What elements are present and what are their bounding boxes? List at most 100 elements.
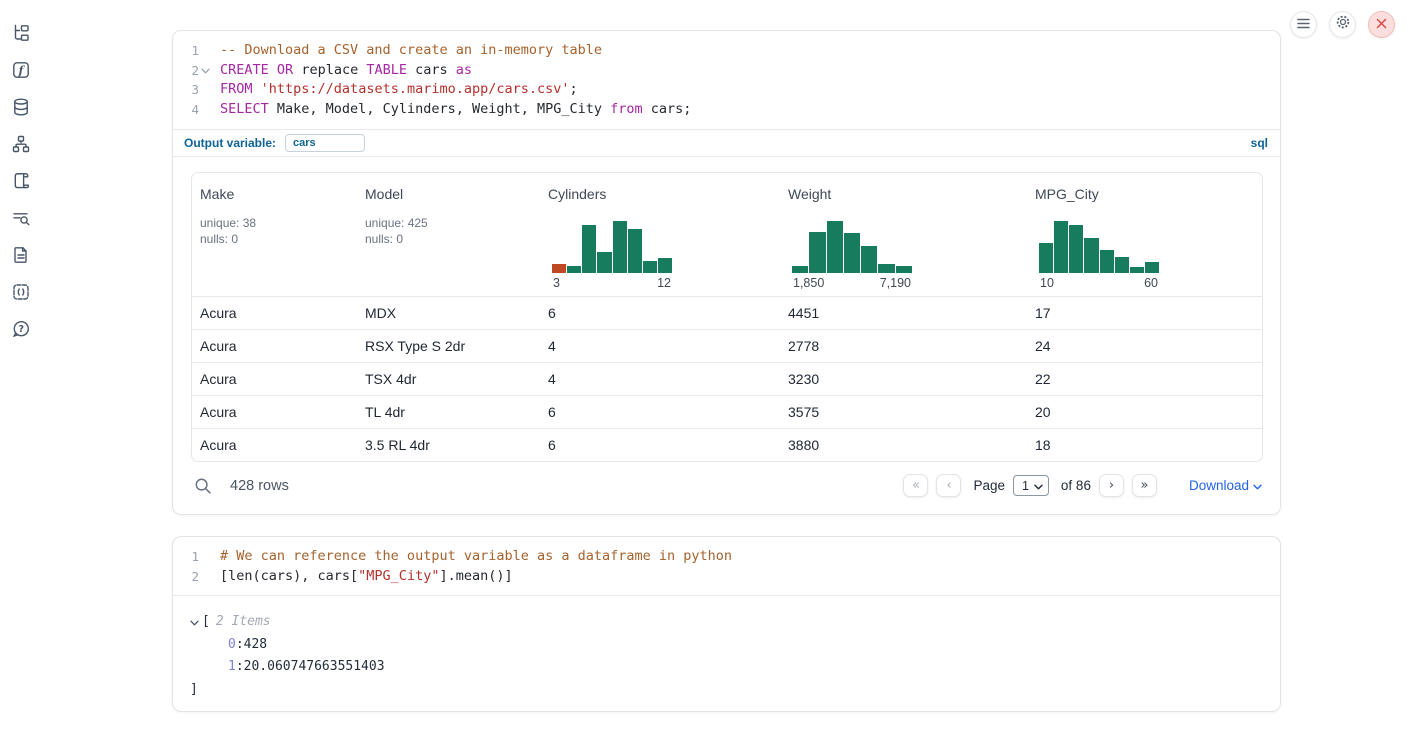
scratchpad-button[interactable] xyxy=(11,171,31,191)
histogram-bar[interactable] xyxy=(792,266,808,273)
entry-value: 428 xyxy=(244,634,267,656)
histogram-bars xyxy=(1039,221,1159,273)
histogram-bar[interactable] xyxy=(896,266,912,273)
entry-value: 20.060747663551403 xyxy=(244,656,385,678)
table-cell: 6 xyxy=(540,404,780,420)
line-number: 4 xyxy=(173,100,199,120)
sql-code-editor[interactable]: 1-- Download a CSV and create an in-memo… xyxy=(173,31,1280,129)
last-page-icon: » xyxy=(1140,478,1148,493)
code-token: FROM xyxy=(220,81,253,97)
column-histogram: 1,850 7,190 xyxy=(792,221,912,290)
items-count-label: 2 Items xyxy=(216,611,271,633)
close-bracket: ] xyxy=(190,679,1264,701)
prev-page-button[interactable]: ‹ xyxy=(936,474,961,497)
snippets-icon xyxy=(11,289,31,306)
help-button[interactable]: ? xyxy=(11,319,31,339)
first-page-icon: « xyxy=(912,478,920,493)
table-cell: 2778 xyxy=(780,338,1027,354)
page-of-label: of 86 xyxy=(1061,478,1091,493)
table-cell: 18 xyxy=(1027,437,1262,453)
histogram-bar[interactable] xyxy=(1069,225,1083,273)
page-select[interactable]: 1 xyxy=(1013,475,1049,496)
documentation-button[interactable] xyxy=(11,245,31,265)
table-cell: Acura xyxy=(192,338,357,354)
histogram-axis: 312 xyxy=(552,273,672,290)
column-header-mpg_city[interactable]: MPG_City1060 xyxy=(1027,173,1262,296)
settings-button[interactable] xyxy=(1329,11,1356,38)
histogram-bar[interactable] xyxy=(582,225,596,273)
functions-button[interactable]: f xyxy=(11,60,31,80)
tree-header-row: [2 Items xyxy=(190,611,1264,633)
menu-button[interactable] xyxy=(1290,11,1317,38)
search-icon[interactable] xyxy=(194,477,212,495)
fold-chevron-icon[interactable] xyxy=(199,61,212,81)
histogram-bar[interactable] xyxy=(658,258,672,273)
output-variable-input[interactable] xyxy=(285,134,365,152)
column-header-weight[interactable]: Weight1,8507,190 xyxy=(780,173,1027,296)
column-header-cylinders[interactable]: Cylinders 312 xyxy=(540,173,780,296)
download-button[interactable]: Download xyxy=(1189,478,1262,493)
help-icon: ? xyxy=(11,326,31,343)
table-output-section: Makeunique: 38nulls: 0Modelunique: 425nu… xyxy=(173,156,1280,518)
table-row[interactable]: AcuraMDX6445117 xyxy=(192,296,1262,329)
table-row[interactable]: AcuraTL 4dr6357520 xyxy=(192,395,1262,428)
fold-slot xyxy=(199,80,212,100)
histogram-bar[interactable] xyxy=(1115,257,1129,273)
python-code-editor[interactable]: 1# We can reference the output variable … xyxy=(173,537,1280,595)
table-cell: Acura xyxy=(192,371,357,387)
snippets-button[interactable] xyxy=(11,282,31,302)
histogram-bar[interactable] xyxy=(844,233,860,273)
histogram-bar[interactable] xyxy=(1100,250,1114,273)
column-header-model[interactable]: Modelunique: 425nulls: 0 xyxy=(357,173,540,296)
histogram-bar[interactable] xyxy=(1039,243,1053,273)
code-token: cars xyxy=(407,62,456,78)
table-cell: 3575 xyxy=(780,404,1027,420)
histogram-bar[interactable] xyxy=(1130,267,1144,273)
dependency-graph-button[interactable] xyxy=(11,134,31,154)
file-tree-button[interactable] xyxy=(11,23,31,43)
code-token: 'https://datasets.marimo.app/cars.csv' xyxy=(261,81,570,97)
histogram-bar[interactable] xyxy=(809,232,825,273)
table-row[interactable]: AcuraRSX Type S 2dr4277824 xyxy=(192,329,1262,362)
table-row[interactable]: Acura3.5 RL 4dr6388018 xyxy=(192,428,1262,461)
svg-text:f: f xyxy=(18,64,26,77)
next-page-icon: › xyxy=(1109,478,1114,493)
chevron-down-icon[interactable] xyxy=(190,612,199,634)
logs-search-icon xyxy=(11,215,31,232)
database-button[interactable] xyxy=(11,97,31,117)
first-page-button[interactable]: « xyxy=(903,474,928,497)
histogram-bar[interactable] xyxy=(1054,221,1068,273)
histogram-bar[interactable] xyxy=(827,221,843,273)
histogram-bar[interactable] xyxy=(861,246,877,273)
settings-gear-icon xyxy=(1335,14,1351,35)
histogram-bar[interactable] xyxy=(552,264,566,273)
table-cell: 24 xyxy=(1027,338,1262,354)
column-header-make[interactable]: Makeunique: 38nulls: 0 xyxy=(192,173,357,296)
entry-separator: : xyxy=(236,634,244,656)
histogram-bar[interactable] xyxy=(567,266,581,273)
histogram-bar[interactable] xyxy=(878,264,894,273)
output-variable-bar: Output variable: sql xyxy=(173,129,1280,156)
code-text: # We can reference the output variable a… xyxy=(212,547,732,567)
code-token: TABLE xyxy=(366,62,407,78)
column-name: Make xyxy=(200,186,357,202)
axis-max-label: 7,190 xyxy=(880,276,911,290)
histogram-bar[interactable] xyxy=(1084,238,1098,273)
histogram-bar[interactable] xyxy=(1145,262,1159,273)
histogram-bar[interactable] xyxy=(597,252,611,273)
histogram-bar[interactable] xyxy=(628,229,642,273)
column-name: Cylinders xyxy=(548,186,780,202)
histogram-bar[interactable] xyxy=(613,221,627,273)
histogram-bar[interactable] xyxy=(643,261,657,273)
page-label: Page xyxy=(973,478,1005,493)
table-row[interactable]: AcuraTSX 4dr4323022 xyxy=(192,362,1262,395)
next-page-button[interactable]: › xyxy=(1099,474,1124,497)
table-cell: 4 xyxy=(540,338,780,354)
histogram-bars xyxy=(792,221,912,273)
shutdown-button[interactable] xyxy=(1368,11,1395,38)
code-token: # We can reference the output variable a… xyxy=(220,548,732,564)
table-body: AcuraMDX6445117AcuraRSX Type S 2dr427782… xyxy=(192,296,1262,461)
logs-search-button[interactable] xyxy=(11,208,31,228)
axis-min-label: 1,850 xyxy=(793,276,824,290)
last-page-button[interactable]: » xyxy=(1132,474,1157,497)
